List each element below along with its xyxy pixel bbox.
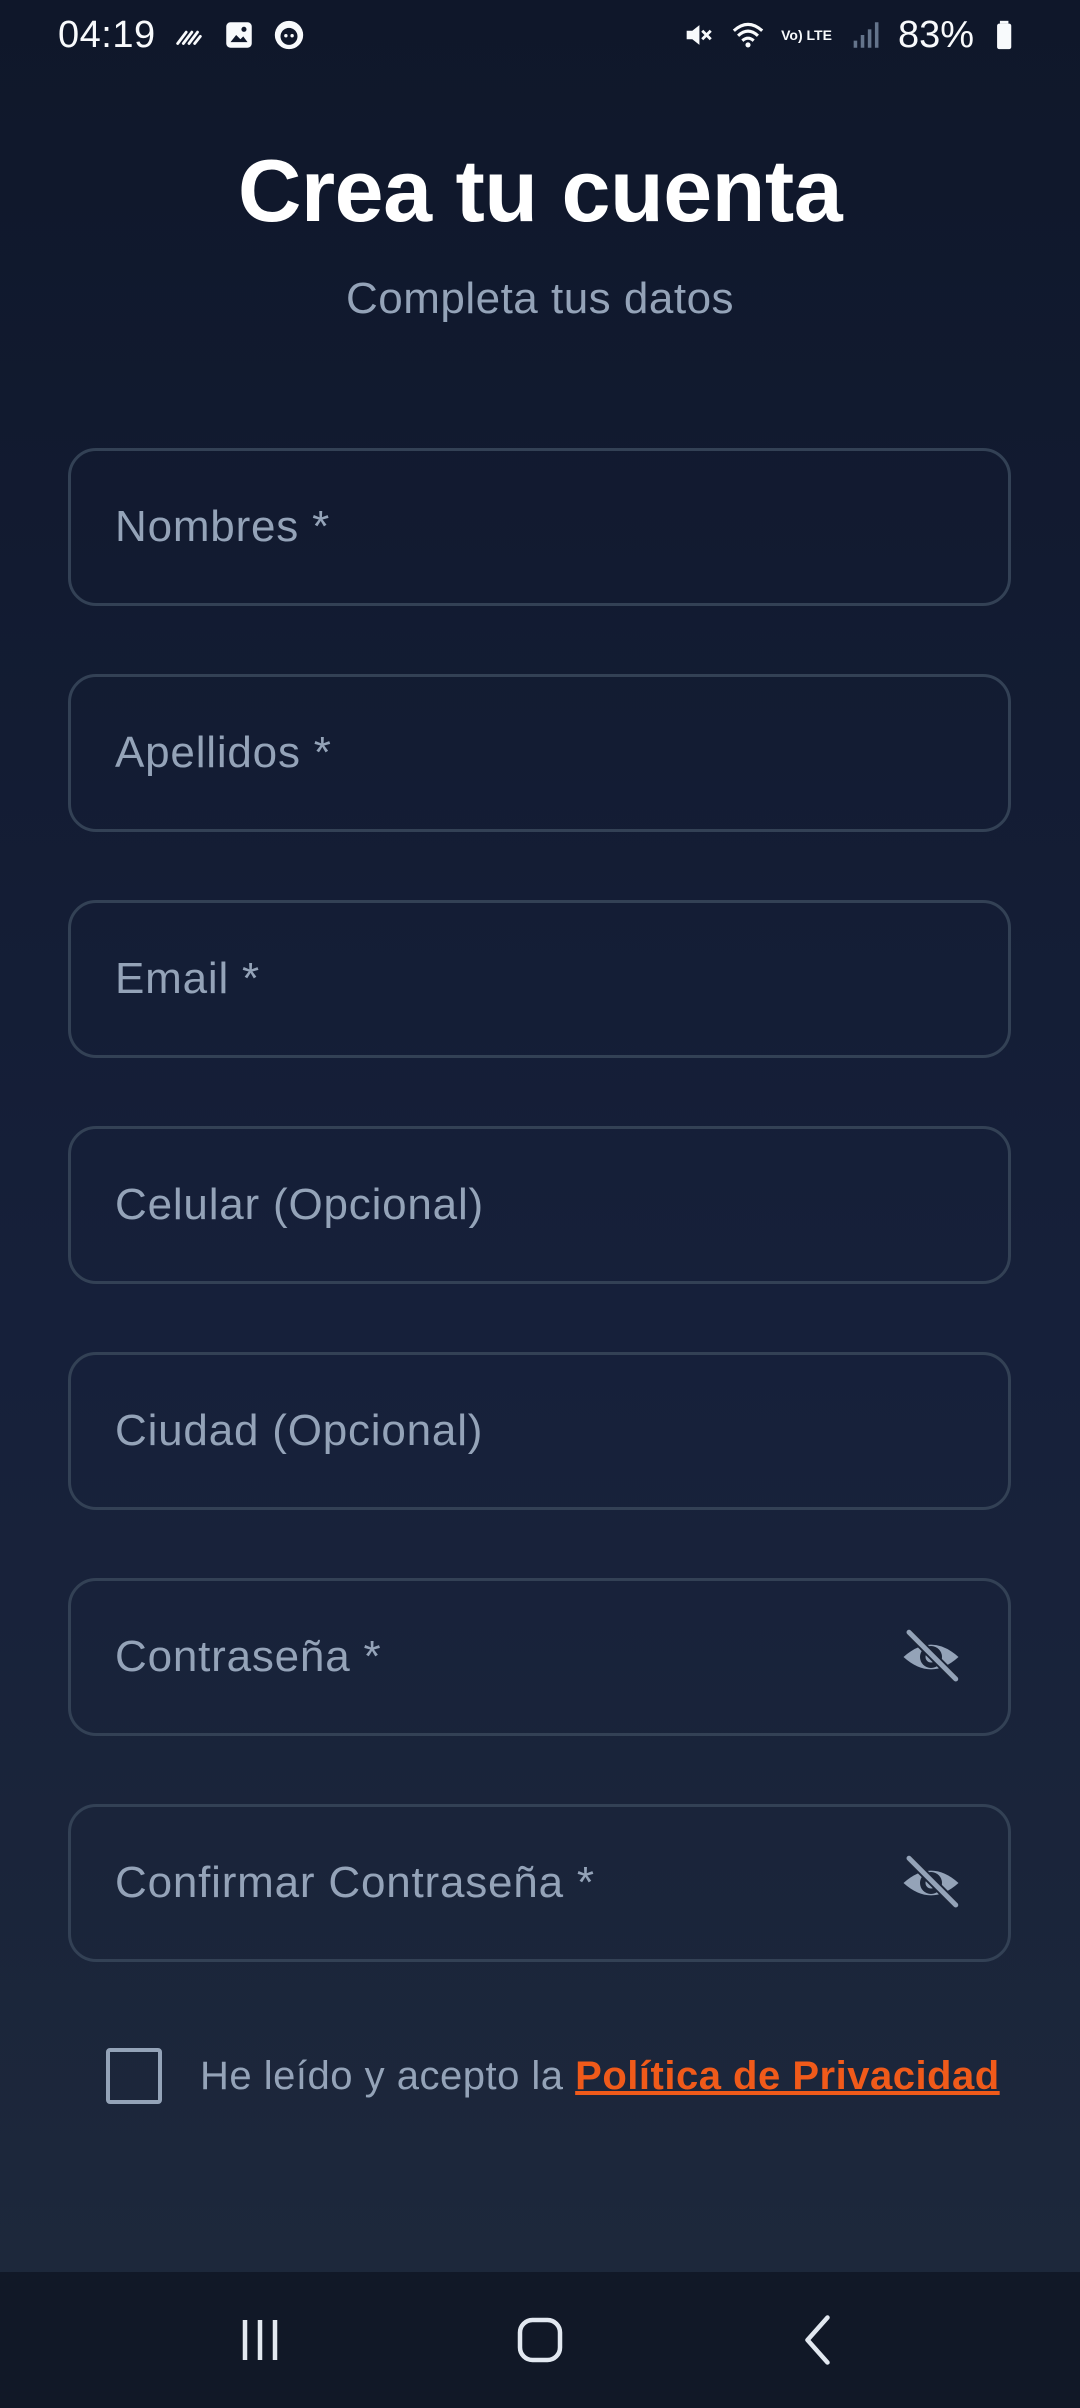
first-names-placeholder: Nombres * — [115, 502, 331, 551]
status-time: 04:19 — [58, 13, 156, 56]
status-right: Vo) LTE 83% — [681, 14, 1024, 57]
last-names-placeholder: Apellidos * — [115, 728, 332, 777]
mute-icon — [681, 18, 715, 52]
confirm-password-placeholder: Confirmar Contraseña * — [115, 1858, 595, 1907]
volte-indicator: Vo) LTE — [781, 27, 832, 43]
page-subtitle: Completa tus datos — [345, 274, 735, 323]
last-names-field[interactable]: Apellidos * — [68, 674, 1011, 832]
gallery-icon — [222, 18, 256, 52]
app-face-icon — [272, 18, 306, 52]
city-placeholder: Ciudad (Opcional) — [115, 1406, 484, 1455]
recents-icon — [242, 2320, 278, 2360]
status-left: 04:19 — [58, 14, 306, 57]
page-title: Crea tu cuenta — [237, 141, 843, 240]
password-placeholder: Contraseña * — [115, 1632, 382, 1681]
battery-icon — [990, 18, 1024, 52]
password-field[interactable]: Contraseña * — [68, 1578, 1011, 1736]
confirm-password-field[interactable]: Confirmar Contraseña * — [68, 1804, 1011, 1962]
back-button[interactable] — [780, 2300, 860, 2380]
privacy-policy-link[interactable]: Política de Privacidad — [575, 2054, 1000, 2098]
phone-placeholder: Celular (Opcional) — [115, 1180, 484, 1229]
eye-off-icon[interactable] — [898, 1624, 964, 1690]
wifi-icon — [731, 18, 765, 52]
email-placeholder: Email * — [115, 954, 260, 1003]
battery-percent: 83% — [897, 13, 974, 56]
first-names-field[interactable]: Nombres * — [68, 448, 1011, 606]
cell-signal-icon — [848, 18, 882, 52]
notification-signal-icon — [172, 18, 206, 52]
privacy-checkbox[interactable] — [106, 2048, 162, 2104]
city-field[interactable]: Ciudad (Opcional) — [68, 1352, 1011, 1510]
phone-field[interactable]: Celular (Opcional) — [68, 1126, 1011, 1284]
eye-off-icon[interactable] — [898, 1850, 964, 1916]
recents-button[interactable] — [220, 2300, 300, 2380]
home-button[interactable] — [500, 2300, 580, 2380]
system-nav-bar — [0, 2272, 1080, 2408]
status-bar: 04:19 Vo) LTE 83% — [0, 0, 1080, 70]
privacy-consent-row: He leído y acepto la Política de Privaci… — [106, 2046, 1000, 2106]
home-icon — [517, 2317, 563, 2363]
email-field[interactable]: Email * — [68, 900, 1011, 1058]
back-icon — [805, 2315, 830, 2365]
consent-text: He leído y acepto la — [200, 2053, 576, 2098]
